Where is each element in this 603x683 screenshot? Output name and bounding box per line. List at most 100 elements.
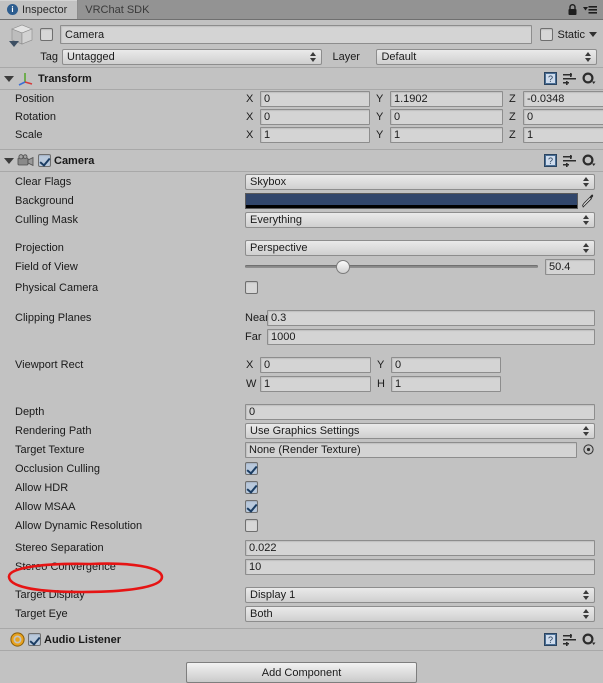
- camera-icon: [17, 153, 34, 166]
- axis-label-x: X: [246, 93, 254, 105]
- updown-arrows-icon: [582, 242, 590, 254]
- label-background: Background: [15, 194, 74, 207]
- lock-icon[interactable]: [567, 3, 578, 16]
- rotation-fields: X 0 Y 0 Z 0: [245, 109, 603, 125]
- field-of-view-input[interactable]: 50.4: [545, 258, 595, 275]
- viewport-w-input[interactable]: 1: [260, 375, 371, 392]
- background-color-field[interactable]: [245, 192, 578, 209]
- help-book-icon[interactable]: ?: [544, 154, 557, 167]
- inspector-panel: i Inspector VRChat SDK Camera Static Tag…: [0, 0, 603, 683]
- axis-label-x: X: [246, 111, 254, 123]
- row-allow-msaa: Allow MSAA: [0, 497, 603, 516]
- label-clipping-planes: Clipping Planes: [15, 311, 92, 324]
- viewport-wh-fields: W 1 H 1: [245, 375, 603, 392]
- updown-arrows-icon: [582, 214, 590, 226]
- row-allow-hdr: Allow HDR: [0, 478, 603, 497]
- gameobject-name-input[interactable]: Camera: [60, 25, 533, 44]
- clipping-far-input[interactable]: 1000: [267, 328, 595, 345]
- scale-x-input[interactable]: 1: [260, 127, 370, 143]
- allow-dynamic-resolution-checkbox[interactable]: [245, 519, 258, 532]
- target-texture-fields: None (Render Texture): [245, 441, 603, 458]
- depth-input[interactable]: 0: [245, 403, 595, 420]
- field-of-view-fields: 50.4: [245, 258, 603, 275]
- info-icon: i: [7, 4, 18, 15]
- gear-icon[interactable]: [582, 72, 596, 85]
- gear-icon[interactable]: [582, 633, 596, 646]
- allow-hdr-fields: [245, 481, 603, 494]
- preset-icon[interactable]: [563, 633, 576, 646]
- component-header-camera[interactable]: Camera ?: [0, 149, 603, 172]
- projection-dropdown[interactable]: Perspective: [245, 239, 595, 256]
- allow-hdr-checkbox[interactable]: [245, 481, 258, 494]
- viewport-h-input[interactable]: 1: [391, 375, 501, 392]
- label-viewport-y: Y: [377, 358, 385, 371]
- rendering-path-dropdown[interactable]: Use Graphics Settings: [245, 422, 595, 439]
- foldout-arrow-icon[interactable]: [4, 157, 14, 164]
- scale-y-value: 1: [394, 129, 401, 141]
- position-y-input[interactable]: 1.1902: [390, 91, 503, 107]
- scale-y-input[interactable]: 1: [390, 127, 503, 143]
- row-rotation: Rotation X 0 Y 0 Z 0: [0, 108, 603, 126]
- label-projection: Projection: [15, 241, 64, 254]
- clipping-near-value: 0.3: [271, 311, 287, 324]
- background-alpha-bar: [246, 204, 577, 208]
- tab-vrchat-sdk[interactable]: VRChat SDK: [78, 0, 159, 19]
- clipping-near-input[interactable]: 0.3: [267, 309, 595, 326]
- position-z-input[interactable]: -0.0348: [523, 91, 603, 107]
- physical-camera-checkbox[interactable]: [245, 281, 258, 294]
- scale-z-input[interactable]: 1: [523, 127, 603, 143]
- tag-dropdown[interactable]: Untagged: [62, 49, 323, 65]
- label-allow-hdr: Allow HDR: [15, 481, 69, 494]
- object-picker-icon[interactable]: [582, 443, 595, 456]
- stereo-convergence-fields: 10: [245, 558, 603, 575]
- audio-listener-enabled-checkbox[interactable]: [28, 632, 41, 646]
- occlusion-culling-checkbox[interactable]: [245, 462, 258, 475]
- transform-axis-icon: [18, 73, 33, 86]
- label-position: Position: [15, 93, 55, 105]
- viewport-y-input[interactable]: 0: [391, 356, 501, 373]
- layer-dropdown[interactable]: Default: [376, 49, 597, 65]
- gear-icon[interactable]: [582, 154, 596, 167]
- slider-thumb[interactable]: [335, 260, 350, 274]
- tab-inspector[interactable]: i Inspector: [0, 0, 79, 19]
- stereo-separation-input[interactable]: 0.022: [245, 539, 595, 556]
- component-header-audio-listener[interactable]: Audio Listener ?: [0, 628, 603, 651]
- target-eye-dropdown[interactable]: Both: [245, 605, 595, 622]
- static-checkbox[interactable]: [540, 28, 554, 41]
- gameobject-enabled-checkbox[interactable]: [40, 28, 53, 41]
- help-book-icon[interactable]: ?: [544, 633, 557, 646]
- preset-icon[interactable]: [563, 72, 576, 85]
- position-x-input[interactable]: 0: [260, 91, 370, 107]
- add-component-label: Add Component: [261, 666, 342, 679]
- target-texture-object-field[interactable]: None (Render Texture): [245, 441, 577, 458]
- viewport-x-input[interactable]: 0: [260, 356, 371, 373]
- foldout-arrow-icon[interactable]: [4, 75, 14, 82]
- component-header-icons: ?: [544, 154, 603, 167]
- depth-value: 0: [249, 405, 256, 418]
- rotation-y-input[interactable]: 0: [390, 109, 503, 125]
- culling-mask-dropdown[interactable]: Everything: [245, 211, 595, 228]
- add-component-button[interactable]: Add Component: [186, 662, 417, 683]
- viewport-h-value: 1: [395, 377, 402, 390]
- preset-icon[interactable]: [563, 154, 576, 167]
- eyedropper-icon[interactable]: [581, 193, 595, 209]
- row-scale: Scale X 1 Y 1 Z 1: [0, 126, 603, 144]
- clipping-far-fields: Far 1000: [245, 328, 603, 345]
- row-stereo-convergence: Stereo Convergence 10: [0, 557, 603, 576]
- camera-enabled-checkbox[interactable]: [38, 153, 51, 167]
- target-display-dropdown[interactable]: Display 1: [245, 586, 595, 603]
- row-position: Position X 0 Y 1.1902 Z -0.0348: [0, 90, 603, 108]
- rotation-x-input[interactable]: 0: [260, 109, 370, 125]
- chevron-down-icon[interactable]: [589, 32, 597, 37]
- tab-vrchat-sdk-label: VRChat SDK: [85, 3, 150, 16]
- help-book-icon[interactable]: ?: [544, 72, 557, 85]
- rotation-z-input[interactable]: 0: [523, 109, 603, 125]
- component-header-transform[interactable]: Transform ?: [0, 67, 603, 90]
- stereo-convergence-input[interactable]: 10: [245, 558, 595, 575]
- clear-flags-dropdown[interactable]: Skybox: [245, 173, 595, 190]
- field-of-view-slider[interactable]: [245, 260, 538, 274]
- allow-msaa-checkbox[interactable]: [245, 500, 258, 513]
- gameobject-header: Camera Static: [0, 20, 603, 47]
- hamburger-menu-icon[interactable]: [583, 4, 597, 15]
